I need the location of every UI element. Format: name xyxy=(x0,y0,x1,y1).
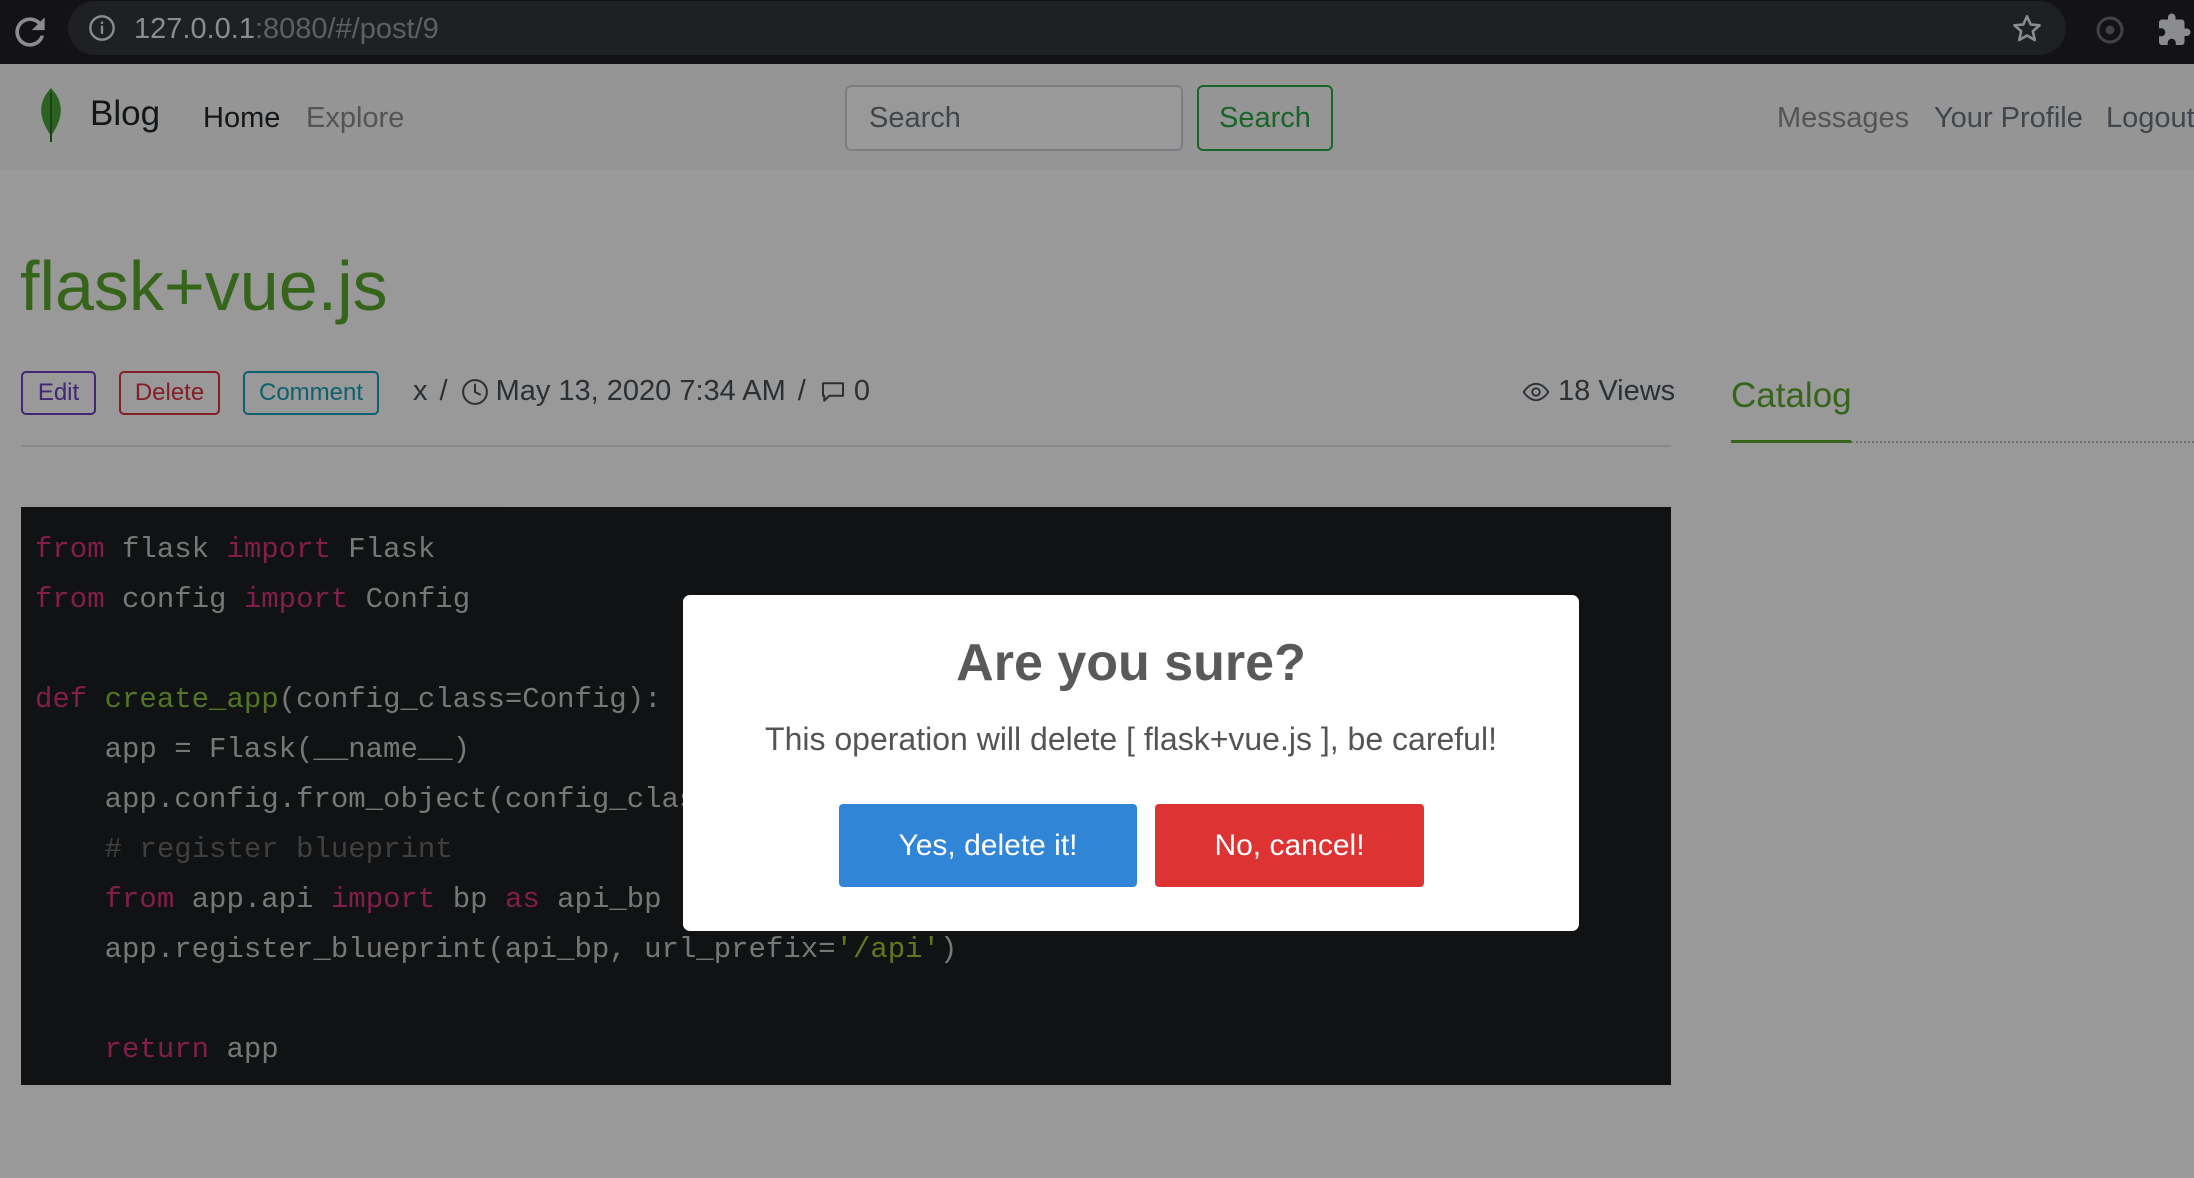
dialog-message: This operation will delete [ flask+vue.j… xyxy=(765,721,1497,757)
modal-overlay[interactable]: Are you sure? This operation will delete… xyxy=(0,0,2194,1178)
confirm-delete-button[interactable]: Yes, delete it! xyxy=(839,804,1137,887)
dialog-title: Are you sure? xyxy=(956,634,1306,692)
confirm-dialog: Are you sure? This operation will delete… xyxy=(683,595,1579,931)
cancel-button[interactable]: No, cancel! xyxy=(1155,804,1424,887)
